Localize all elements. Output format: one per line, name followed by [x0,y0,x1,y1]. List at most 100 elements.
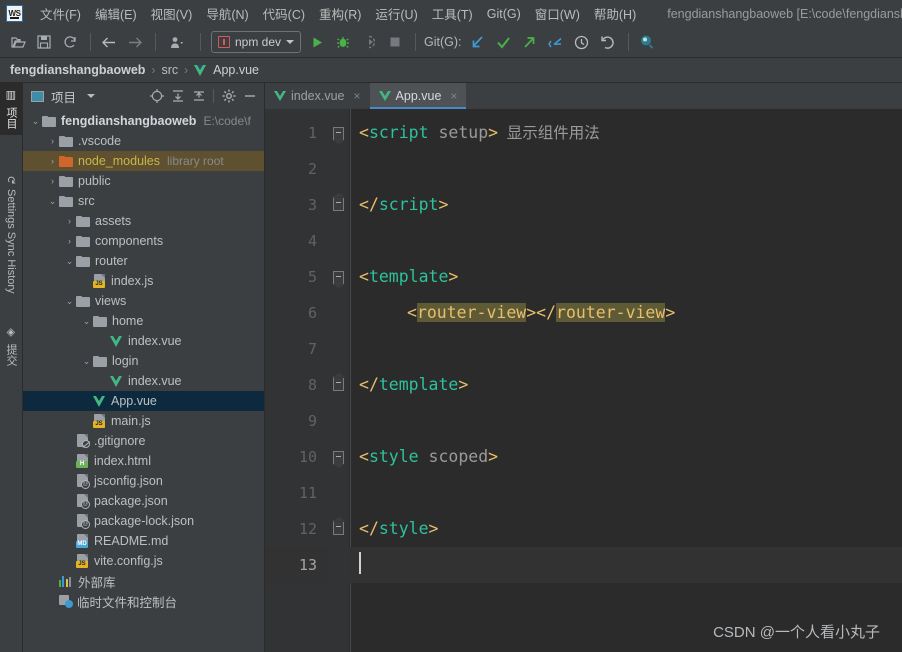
tree-node--gitignore[interactable]: .gitignore [23,431,264,451]
code-line[interactable] [349,331,902,367]
search-everywhere-icon[interactable] [635,31,659,53]
tree-node--[interactable]: 临时文件和控制台 [23,591,264,611]
menu-view[interactable]: 视图(V) [144,1,200,26]
git-push-arrow-icon[interactable] [518,31,542,53]
code-folding-gutter[interactable] [327,109,349,652]
breadcrumb-src[interactable]: src [161,63,178,77]
breadcrumb-root[interactable]: fengdianshangbaoweb [10,63,145,77]
arrow-left-icon[interactable] [97,31,121,53]
menu-file[interactable]: 文件(F) [33,1,88,26]
tree-node-app-vue[interactable]: App.vue [23,391,264,411]
collapse-all-icon[interactable] [189,87,208,106]
save-icon[interactable] [32,31,56,53]
fold-marker-close[interactable] [327,367,349,403]
code-line[interactable] [349,223,902,259]
code-line[interactable] [349,475,902,511]
tree-node-components[interactable]: › components [23,231,264,251]
chevron-down-icon[interactable]: ⌄ [46,196,59,207]
close-icon[interactable]: × [450,89,457,103]
rail-button-project[interactable]: ▤ 项目 [0,83,22,135]
code-line[interactable]: </script> [349,187,902,223]
project-file-tree[interactable]: ⌄ fengdianshangbaoweb E:\code\f › .vscode › no… [23,109,264,652]
tree-node-package-lock-json[interactable]: @ package-lock.json [23,511,264,531]
breadcrumb-leaf[interactable]: App.vue [213,63,259,77]
fold-marker-open[interactable] [327,439,349,475]
hide-panel-icon[interactable] [240,87,259,106]
tree-node-router[interactable]: ⌄ router [23,251,264,271]
refresh-icon[interactable] [58,31,82,53]
menu-help[interactable]: 帮助(H) [587,1,643,26]
stop-square-icon[interactable] [383,31,407,53]
debug-bug-icon[interactable] [331,31,355,53]
tree-node-public[interactable]: › public [23,171,264,191]
rail-button-commit[interactable]: ◈ 提交 [0,320,22,372]
tree-node-login[interactable]: ⌄ login [23,351,264,371]
git-commit-check-icon[interactable] [492,31,516,53]
tree-node-main-js[interactable]: JS main.js [23,411,264,431]
tree-node--[interactable]: 外部库 [23,571,264,591]
fold-marker-open[interactable] [327,259,349,295]
tree-node-views[interactable]: ⌄ views [23,291,264,311]
locate-file-icon[interactable] [147,87,166,106]
run-configuration-selector[interactable]: npm dev [211,31,302,53]
code-line[interactable]: <router-view></router-view> [349,295,902,331]
code-content[interactable]: <script setup> 显示组件用法 </script> <template>… [349,109,902,652]
tree-node-index-js[interactable]: JS index.js [23,271,264,291]
tree-node-index-vue[interactable]: index.vue [23,371,264,391]
code-line[interactable] [349,403,902,439]
code-line[interactable] [349,151,902,187]
chevron-right-icon[interactable]: › [63,236,76,246]
git-update-arrow-icon[interactable] [466,31,490,53]
menu-run[interactable]: 运行(U) [368,1,424,26]
code-line[interactable]: <template> [349,259,902,295]
chevron-down-icon[interactable] [87,94,96,98]
code-line[interactable]: <style scoped> [349,439,902,475]
tree-node-home[interactable]: ⌄ home [23,311,264,331]
tree-node-jsconfig-json[interactable]: @ jsconfig.json [23,471,264,491]
tree-node--vscode[interactable]: › .vscode [23,131,264,151]
chevron-right-icon[interactable]: › [46,136,59,146]
chevron-down-icon[interactable]: ⌄ [63,296,76,307]
editor-tab-app-vue[interactable]: App.vue × [369,83,467,109]
chevron-right-icon[interactable]: › [46,176,59,186]
settings-gear-icon[interactable] [219,87,238,106]
tree-node-fengdianshangbaoweb[interactable]: ⌄ fengdianshangbaoweb E:\code\f [23,111,264,131]
close-icon[interactable]: × [354,89,361,103]
code-line[interactable] [349,547,902,583]
chevron-down-icon[interactable]: ⌄ [80,316,93,327]
open-folder-icon[interactable] [6,31,30,53]
code-editor[interactable]: 1 2 3 4 5 6 7 8 9 10 11 12 13 <script setup> 显示组件用法 <… [265,109,902,652]
code-line[interactable]: </style> [349,511,902,547]
chevron-down-icon[interactable]: ⌄ [29,116,42,127]
tree-node-node-modules[interactable]: › node_modules library root [23,151,264,171]
chevron-right-icon[interactable]: › [46,156,59,166]
tree-node-src[interactable]: ⌄ src [23,191,264,211]
tree-node-readme-md[interactable]: MD README.md [23,531,264,551]
fold-marker-close[interactable] [327,511,349,547]
menu-git[interactable]: Git(G) [480,4,528,24]
run-play-icon[interactable] [305,31,329,53]
menu-edit[interactable]: 编辑(E) [88,1,144,26]
run-coverage-icon[interactable] [357,31,381,53]
expand-all-icon[interactable] [168,87,187,106]
user-dropdown-icon[interactable] [162,31,192,53]
clock-history-icon[interactable] [570,31,594,53]
editor-tab-index-vue[interactable]: index.vue × [265,83,370,109]
tree-node-index-vue[interactable]: index.vue [23,331,264,351]
git-pull-icon[interactable] [544,31,568,53]
fold-marker-open[interactable] [327,115,349,151]
rail-button-settings-sync[interactable]: ↻ Settings Sync History [2,169,21,300]
menu-refactor[interactable]: 重构(R) [312,1,368,26]
code-line[interactable]: </template> [349,367,902,403]
chevron-down-icon[interactable]: ⌄ [80,356,93,367]
fold-marker-close[interactable] [327,187,349,223]
chevron-down-icon[interactable]: ⌄ [63,256,76,267]
chevron-right-icon[interactable]: › [63,216,76,226]
rollback-undo-icon[interactable] [596,31,620,53]
menu-window[interactable]: 窗口(W) [528,1,587,26]
menu-tools[interactable]: 工具(T) [425,1,480,26]
tree-node-assets[interactable]: › assets [23,211,264,231]
menu-navigate[interactable]: 导航(N) [199,1,255,26]
tree-node-package-json[interactable]: @ package.json [23,491,264,511]
menu-code[interactable]: 代码(C) [256,1,312,26]
